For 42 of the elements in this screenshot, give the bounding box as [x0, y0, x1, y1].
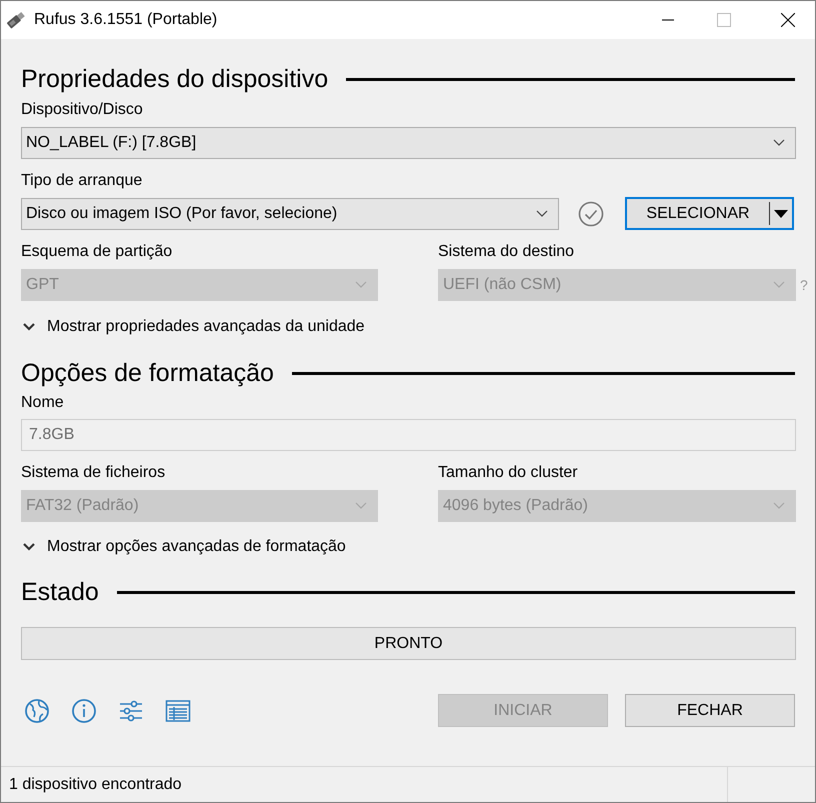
select-button[interactable]: SELECIONAR	[625, 197, 794, 230]
dropdown: 4096 bytes (Padrão)	[438, 490, 796, 522]
chevron-down-icon	[773, 502, 785, 510]
info-button[interactable]	[70, 696, 98, 724]
section-heading: Estado	[21, 577, 99, 608]
log-table-icon	[165, 698, 191, 724]
action-button[interactable]: FECHAR	[625, 694, 795, 727]
dropdown: GPT	[21, 269, 378, 301]
field-label: Tipo de arranque	[21, 171, 144, 191]
globe-button[interactable]	[23, 696, 51, 724]
chevron-down-icon	[23, 323, 35, 331]
close-icon	[781, 13, 795, 27]
chevron-down-icon	[355, 502, 367, 510]
window-title: Rufus 3.6.1551 (Portable)	[34, 10, 218, 30]
section-heading: Opções de formatação	[21, 358, 274, 389]
field-label: Dispositivo/Disco	[21, 100, 144, 120]
chevron-down-icon	[536, 210, 548, 218]
chevron-down-icon	[773, 281, 785, 289]
usb-drive-icon	[5, 9, 27, 31]
chevron-down-icon	[773, 139, 785, 147]
globe-icon	[24, 698, 50, 724]
field-label: Sistema de ficheiros	[21, 463, 166, 483]
progress-text: PRONTO	[374, 634, 443, 654]
info-icon	[71, 698, 97, 724]
dropdown[interactable]: NO_LABEL (F:) [7.8GB]	[21, 127, 796, 159]
dropdown-triangle-icon	[774, 210, 788, 218]
check-circle-icon[interactable]	[578, 200, 604, 226]
dropdown: FAT32 (Padrão)	[21, 490, 378, 522]
status-text: 1 dispositivo encontrado	[8, 774, 183, 794]
expander-link[interactable]: Mostrar propriedades avançadas da unidade	[21, 317, 365, 337]
field-label: Nome	[21, 393, 65, 413]
maximize-icon	[717, 13, 731, 27]
settings-sliders-icon	[118, 698, 144, 724]
chevron-down-icon	[355, 281, 367, 289]
expander-link[interactable]: Mostrar opções avançadas de formatação	[21, 537, 346, 557]
field-label: Tamanho do cluster	[438, 463, 579, 483]
dropdown[interactable]: Disco ou imagem ISO (Por favor, selecione)	[21, 198, 559, 230]
chevron-down-icon	[23, 543, 35, 551]
field-label: Esquema de partição	[21, 242, 174, 262]
section-heading: Propriedades do dispositivo	[21, 64, 328, 95]
dropdown: UEFI (não CSM)	[438, 269, 796, 301]
field-label: Sistema do destino	[438, 242, 576, 262]
